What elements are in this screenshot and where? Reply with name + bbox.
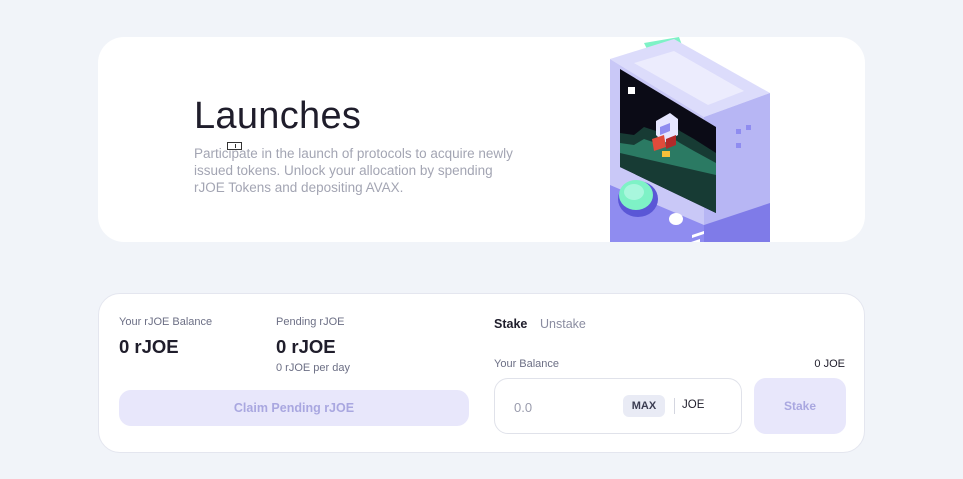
max-button[interactable]: MAX <box>623 395 665 417</box>
pending-rjoe-rate: 0 rJOE per day <box>276 362 350 374</box>
claim-pending-rjoe-button[interactable]: Claim Pending rJOE <box>119 390 469 426</box>
cursor-icon <box>227 142 242 150</box>
tab-stake[interactable]: Stake <box>494 317 527 331</box>
stake-amount-input[interactable] <box>514 397 604 417</box>
tab-unstake[interactable]: Unstake <box>540 317 586 331</box>
stake-button[interactable]: Stake <box>754 378 846 434</box>
stake-panel: Your rJOE Balance 0 rJOE Pending rJOE 0 … <box>98 293 865 453</box>
pending-rjoe-label: Pending rJOE <box>276 316 345 328</box>
rjoe-balance-label: Your rJOE Balance <box>119 316 213 328</box>
your-balance-label: Your Balance <box>494 358 560 370</box>
rjoe-balance-value: 0 rJOE <box>119 336 179 357</box>
token-label: JOE <box>682 399 705 411</box>
page-title: Launches <box>194 95 362 137</box>
pending-rjoe-value: 0 rJOE <box>276 336 336 357</box>
your-balance-value: 0 JOE <box>814 358 845 370</box>
stake-amount-field: MAX JOE <box>494 378 742 434</box>
arcade-machine-illustration <box>610 37 770 242</box>
page-description: Participate in the launch of protocols t… <box>194 146 513 195</box>
divider <box>674 398 675 414</box>
hero-card: Launches Participate in the launch of pr… <box>98 37 865 242</box>
